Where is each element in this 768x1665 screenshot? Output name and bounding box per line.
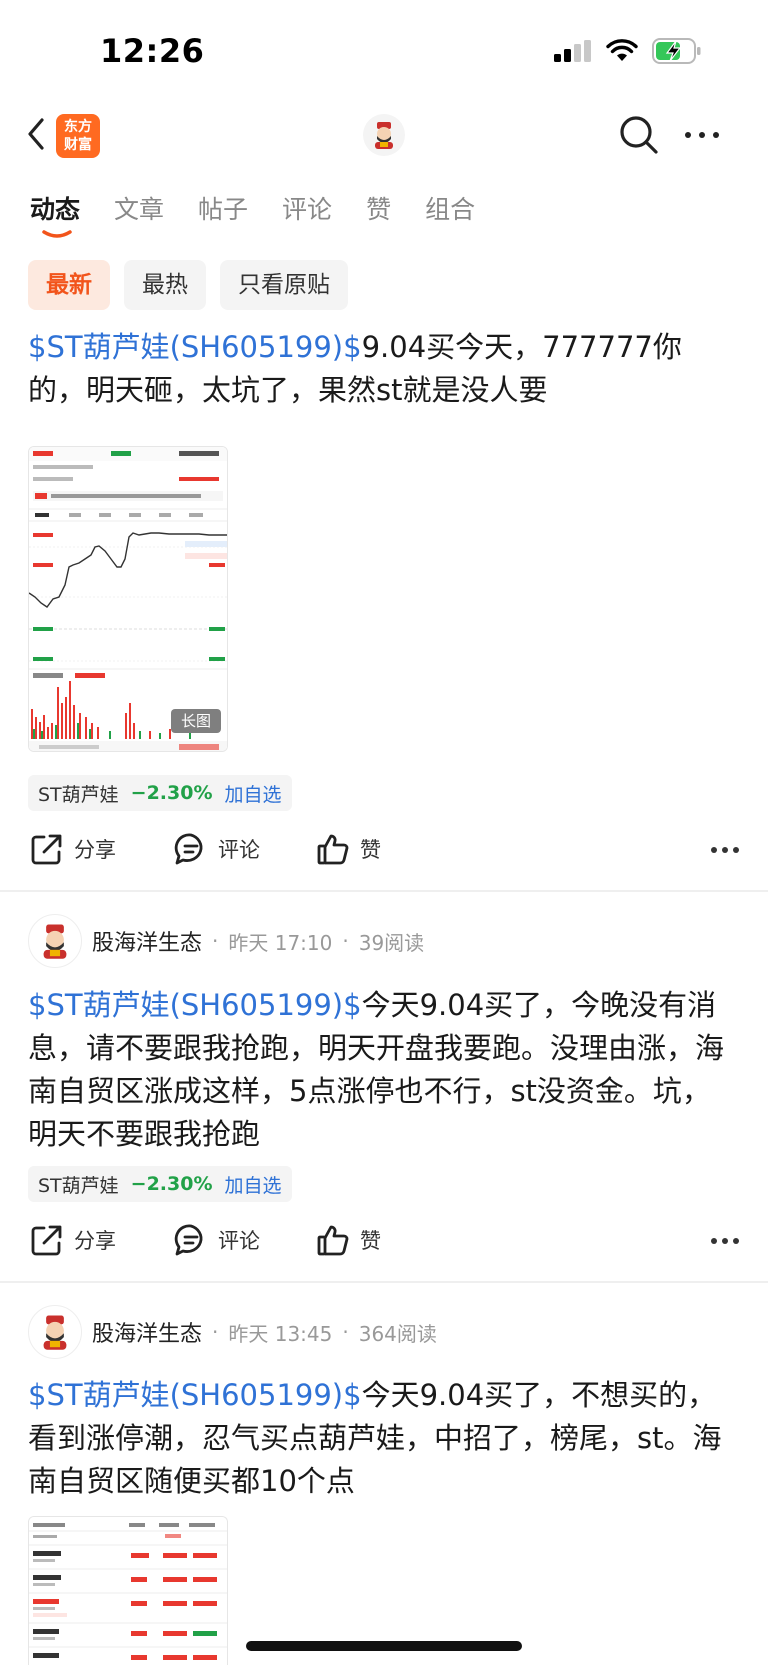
share-label: 分享 [74,1229,116,1253]
meta-dot: · [342,1320,349,1344]
status-icons [554,36,702,66]
long-image-badge: 长图 [180,712,211,730]
like-button[interactable]: 赞 [316,832,381,866]
post-actions: 分享 评论 赞 [30,1223,740,1263]
status-time: 12:26 [100,32,205,70]
share-button[interactable]: 分享 [30,1223,116,1257]
caishen-avatar-icon [375,122,393,149]
comment-button[interactable]: 评论 [174,1223,260,1257]
stock-tag-change: −2.30% [130,782,213,804]
post-more-icon[interactable] [710,846,740,854]
stock-tag[interactable]: ST葫芦娃 −2.30% 加自选 [28,775,292,811]
tab-likes[interactable]: 赞 [366,190,391,230]
read-count: 364阅读 [358,1321,437,1346]
comment-icon [174,833,203,865]
post-image-stock-chart[interactable]: 长图 [28,446,228,752]
tab-posts[interactable]: 帖子 [198,190,248,230]
share-icon [31,834,62,865]
author-name[interactable]: 股海洋生态 [92,925,202,957]
post-more-icon[interactable] [710,1237,740,1245]
filter-chips: 最新 最热 只看原贴 [28,260,348,310]
user-avatar-center[interactable] [363,114,405,156]
post-divider [0,1281,768,1283]
profile-tabs: 动态 文章 帖子 评论 赞 组合 [30,190,509,240]
tab-articles[interactable]: 文章 [114,190,164,230]
tab-active-indicator [42,230,72,238]
comment-label: 评论 [218,1229,260,1253]
post-actions: 分享 评论 赞 [30,832,740,872]
read-count: 39阅读 [358,930,425,955]
battery-charging-icon [652,38,701,64]
post-content[interactable]: $ST葫芦娃(SH605199)$9.04买今天，777777你的，明天砸，太坑… [28,326,738,412]
stock-tag-name: ST葫芦娃 [38,1174,119,1197]
post-time: 昨天 13:45 [228,1321,333,1346]
meta-dot: · [212,1320,219,1344]
add-watchlist-button[interactable]: 加自选 [225,780,282,807]
filter-original-only[interactable]: 只看原贴 [220,260,348,310]
comment-button[interactable]: 评论 [174,832,260,866]
stock-link[interactable]: $ST葫芦娃(SH605199)$ [28,1378,362,1412]
like-button[interactable]: 赞 [316,1223,381,1257]
stock-link[interactable]: $ST葫芦娃(SH605199)$ [28,330,362,364]
stock-list-thumbnail [29,1517,227,1665]
search-icon[interactable] [618,114,660,156]
intraday-chart-thumbnail [29,447,227,751]
like-label: 赞 [360,1229,381,1253]
thumbs-up-icon [317,834,349,865]
status-bar: 12:26 [0,0,768,100]
author-name[interactable]: 股海洋生态 [92,1316,202,1348]
post-content[interactable]: $ST葫芦娃(SH605199)$今天9.04买了，不想买的，看到涨停潮，忍气买… [28,1374,738,1503]
tab-portfolio[interactable]: 组合 [425,190,475,230]
wifi-icon [606,39,638,61]
home-indicator[interactable] [246,1641,522,1651]
tab-comments[interactable]: 评论 [282,190,332,230]
post-divider [0,890,768,892]
caishen-avatar-icon [43,924,67,959]
share-label: 分享 [74,838,116,862]
share-icon [31,1225,62,1256]
signal-icon [554,40,591,62]
meta-dot: · [342,929,349,953]
stock-tag-name: ST葫芦娃 [38,783,119,806]
comment-icon [174,1224,203,1256]
post-time: 昨天 17:10 [228,930,333,955]
thumbs-up-icon [317,1225,349,1256]
author-avatar[interactable] [28,914,82,968]
post-author-row: 股海洋生态 · 昨天 17:10 · 39阅读 [28,914,424,968]
author-avatar[interactable] [28,1305,82,1359]
filter-latest[interactable]: 最新 [28,260,110,310]
like-label: 赞 [360,838,381,862]
share-button[interactable]: 分享 [30,832,116,866]
logo-text-line2: 财富 [64,137,92,153]
back-chevron-icon[interactable] [22,112,52,156]
more-menu-icon[interactable] [682,124,722,146]
post-image-stock-list[interactable] [28,1516,228,1665]
stock-tag-change: −2.30% [130,1173,213,1195]
caishen-avatar-icon [43,1315,67,1350]
eastmoney-logo: 东方 财富 [56,114,100,158]
filter-hottest[interactable]: 最热 [124,260,206,310]
logo-text-line1: 东方 [64,119,92,135]
add-watchlist-button[interactable]: 加自选 [225,1171,282,1198]
comment-label: 评论 [218,838,260,862]
post-content[interactable]: $ST葫芦娃(SH605199)$今天9.04买了，今晚没有消息，请不要跟我抢跑… [28,984,738,1156]
stock-tag[interactable]: ST葫芦娃 −2.30% 加自选 [28,1166,292,1202]
meta-dot: · [212,929,219,953]
post-author-row: 股海洋生态 · 昨天 13:45 · 364阅读 [28,1305,437,1359]
tab-label: 动态 [30,195,81,224]
tab-dynamics[interactable]: 动态 [30,190,81,238]
stock-link[interactable]: $ST葫芦娃(SH605199)$ [28,988,362,1022]
